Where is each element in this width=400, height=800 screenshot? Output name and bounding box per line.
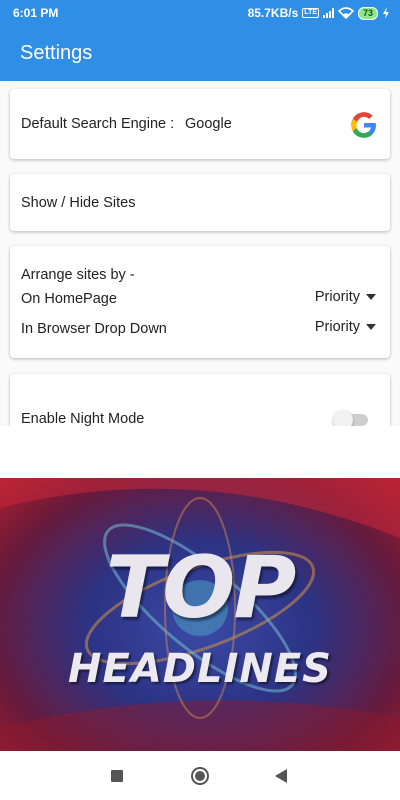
- browser-dropdown-label: In Browser Drop Down: [21, 321, 167, 337]
- home-circle-icon[interactable]: [191, 767, 209, 785]
- show-hide-sites-label: Show / Hide Sites: [21, 195, 136, 211]
- show-hide-sites-card[interactable]: Show / Hide Sites: [10, 174, 390, 231]
- settings-list: Default Search Engine : Google Show / Hi…: [0, 81, 400, 426]
- banner-title-headlines: HEADLINES: [68, 646, 332, 692]
- page-title: Settings: [20, 42, 93, 64]
- status-icons: 85.7KB/s LTE 73: [248, 6, 390, 20]
- homepage-label: On HomePage: [21, 291, 117, 307]
- recents-square-icon[interactable]: [111, 770, 123, 782]
- charging-icon: [383, 7, 389, 19]
- back-triangle-icon[interactable]: [275, 769, 287, 783]
- night-mode-toggle[interactable]: [333, 410, 368, 426]
- arrange-sites-card: Arrange sites by - On HomePage Priority …: [10, 246, 390, 358]
- status-bar: 6:01 PM 85.7KB/s LTE 73: [0, 0, 400, 26]
- lte-badge: LTE: [302, 8, 319, 18]
- google-g-icon[interactable]: [348, 109, 380, 141]
- signal-icon: [322, 8, 334, 18]
- browser-dropdown-priority-value: Priority: [314, 319, 360, 335]
- homepage-priority-dropdown[interactable]: Priority: [315, 289, 376, 305]
- night-mode-card: Enable Night Mode: [10, 374, 390, 426]
- browser-dropdown-priority-dropdown[interactable]: Priority: [315, 319, 376, 335]
- app-header: 6:01 PM 85.7KB/s LTE 73 Settings: [0, 0, 400, 81]
- status-time: 6:01 PM: [13, 6, 59, 20]
- top-headlines-banner[interactable]: TOP HEADLINES: [0, 478, 400, 751]
- dropdown-caret-icon: [366, 324, 376, 330]
- banner-title-top: TOP: [105, 538, 297, 638]
- toggle-knob: [333, 410, 353, 426]
- wifi-icon: [337, 7, 354, 19]
- homepage-priority-value: Priority: [314, 289, 360, 305]
- night-mode-label: Enable Night Mode: [21, 411, 145, 426]
- search-engine-card[interactable]: Default Search Engine : Google: [10, 89, 390, 159]
- arrange-sites-title: Arrange sites by -: [21, 267, 135, 283]
- dropdown-caret-icon: [366, 294, 376, 300]
- network-speed: 85.7KB/s: [247, 6, 299, 20]
- battery-indicator: 73: [357, 6, 378, 20]
- search-engine-label: Default Search Engine :: [21, 116, 175, 132]
- search-engine-value: Google: [185, 116, 232, 132]
- system-nav-bar: [0, 751, 400, 800]
